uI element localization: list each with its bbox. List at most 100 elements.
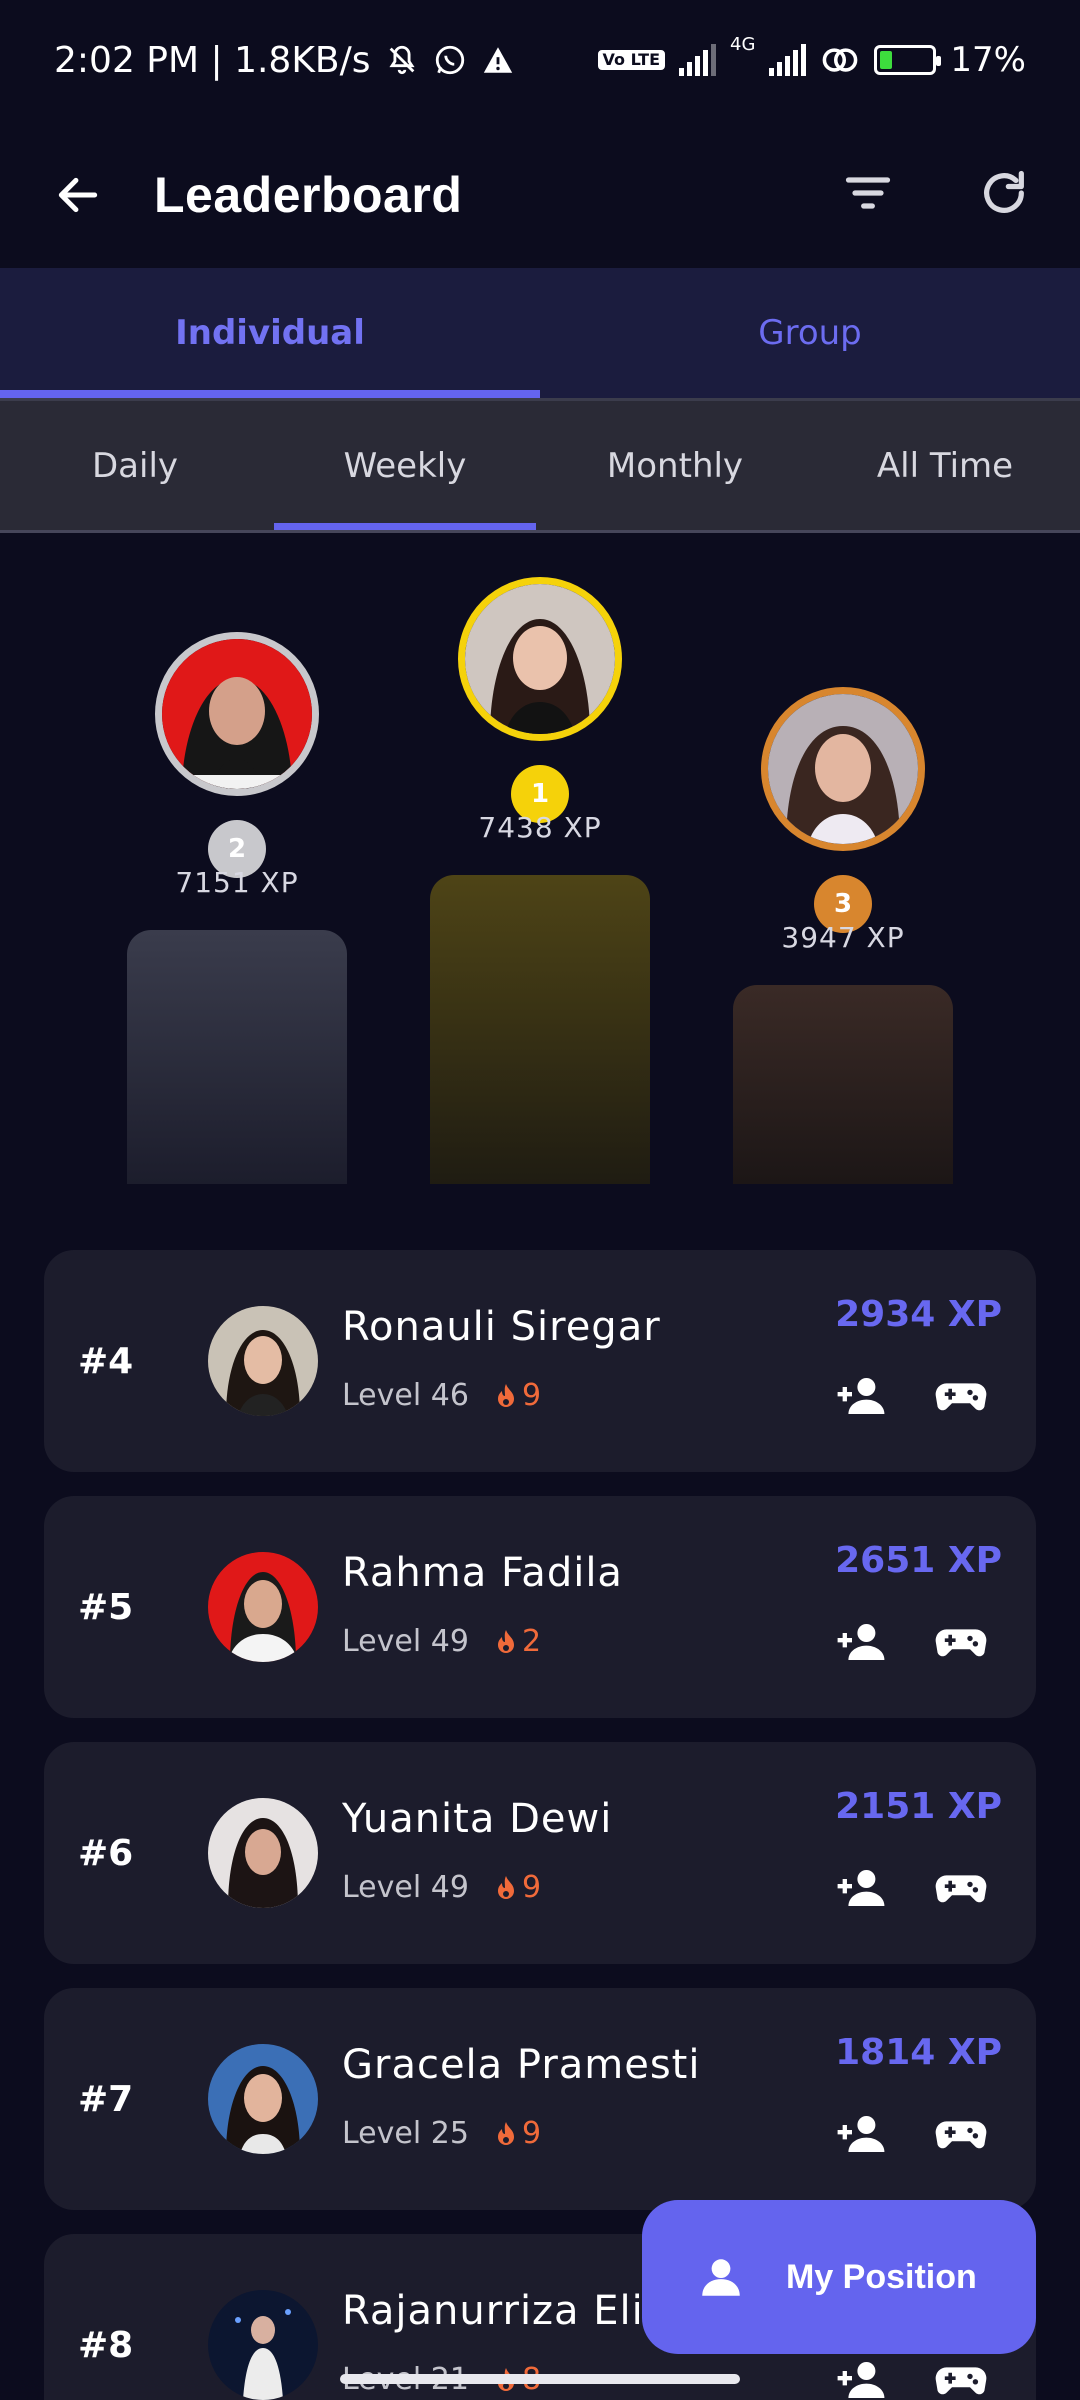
tab-individual[interactable]: Individual [0,268,540,398]
network-type: 4G [730,34,756,55]
challenge-button[interactable] [934,1620,988,1664]
flame-icon [498,1383,514,1407]
leaderboard-row[interactable]: #4 Ronauli Siregar Level 46 9 2934 XP [44,1250,1036,1472]
podium-xp-second: 7151 XP [175,866,299,899]
tab-group[interactable]: Group [540,268,1080,398]
hotspot-icon [820,43,860,77]
add-friend-button[interactable] [834,1374,888,1418]
row-xp: 2151 XP [835,1786,1002,1827]
avatar[interactable] [208,1306,318,1416]
challenge-button[interactable] [934,2112,988,2156]
person-add-icon [837,2116,885,2152]
tab-daily[interactable]: Daily [0,401,270,531]
avatar[interactable] [208,1552,318,1662]
flame-icon [498,1875,514,1899]
row-xp: 2934 XP [835,1294,1002,1335]
add-friend-button[interactable] [834,2112,888,2156]
filter-icon [845,177,891,209]
challenge-button[interactable] [934,2358,988,2400]
refresh-icon [984,170,1024,213]
app-bar: Leaderboard [0,120,1080,270]
podium-pillar-second [127,930,347,1184]
row-streak-count: 9 [522,1870,542,1905]
gamepad-icon [935,1629,987,1657]
row-name: Rajanurriza Elia [342,2288,670,2334]
leaderboard-row[interactable]: #7 Gracela Pramesti Level 25 9 1814 XP [44,1988,1036,2210]
podium-avatar-second[interactable] [155,632,319,796]
podium-xp-first: 7438 XP [478,811,602,844]
signal-icon [679,44,717,76]
row-streak: 2 [494,1624,541,1659]
filter-button[interactable] [842,167,894,223]
podium-pillar-first [430,875,650,1184]
avatar[interactable] [208,2044,318,2154]
row-name: Yuanita Dewi [342,1796,613,1842]
avatar-photo [208,1798,318,1908]
gamepad-icon [935,1875,987,1903]
add-friend-button[interactable] [834,1620,888,1664]
challenge-button[interactable] [934,1374,988,1418]
tab-all-time[interactable]: All Time [810,401,1080,531]
row-streak: 9 [494,2116,541,2151]
gamepad-icon [935,2121,987,2149]
person-add-icon [837,1624,885,1660]
row-level: Level 46 [342,1378,469,1413]
divider [0,530,1080,533]
scope-tabs: Individual Group [0,268,1080,398]
avatar[interactable] [208,2290,318,2400]
row-streak: 9 [494,1870,541,1905]
row-xp: 2651 XP [835,1540,1002,1581]
status-right: Vo LTE 4G 17% [597,34,1026,80]
person-add-icon [837,1870,885,1906]
back-button[interactable] [50,167,106,223]
row-rank: #7 [78,2078,134,2120]
tab-monthly[interactable]: Monthly [540,401,810,531]
appbar-actions [842,167,1030,223]
challenge-button[interactable] [934,1866,988,1910]
status-time-speed: 2:02 PM | 1.8KB/s [54,39,371,81]
arrow-left-icon [58,177,98,213]
row-level: Level 25 [342,2116,469,2151]
refresh-button[interactable] [978,167,1030,223]
row-level: Level 49 [342,1624,469,1659]
row-xp: 1814 XP [835,2032,1002,2073]
row-rank: #6 [78,1832,134,1874]
leaderboard-row[interactable]: #5 Rahma Fadila Level 49 2 2651 XP [44,1496,1036,1718]
avatar-photo [208,1552,318,1662]
status-bar: 2:02 PM | 1.8KB/s Vo LTE 4G 17% [0,0,1080,120]
avatar-photo [208,2290,318,2400]
my-position-button[interactable]: My Position [642,2200,1036,2354]
row-streak-count: 9 [522,2116,542,2151]
volte-icon: Vo LTE [597,50,666,70]
add-friend-button[interactable] [834,1866,888,1910]
battery-icon [874,45,942,75]
battery-percent: 17% [950,40,1026,80]
row-name: Rahma Fadila [342,1550,623,1596]
home-indicator[interactable] [340,2374,740,2384]
my-position-label: My Position [786,2257,977,2296]
avatar-photo [465,584,615,734]
signal-icon-2 [769,44,807,76]
page-title: Leaderboard [154,167,463,223]
flame-icon [498,2121,514,2145]
gamepad-icon [935,1383,987,1411]
podium-pillar-third [733,985,953,1184]
person-add-icon [837,1378,885,1414]
person-add-icon [837,2362,885,2398]
status-left: 2:02 PM | 1.8KB/s [54,40,515,81]
row-streak-count: 9 [522,1378,542,1413]
avatar-photo [208,1306,318,1416]
podium-xp-third: 3947 XP [781,921,905,954]
row-streak-count: 2 [522,1624,542,1659]
avatar-photo [208,2044,318,2154]
tab-weekly[interactable]: Weekly [270,401,540,531]
person-icon [702,2259,740,2296]
podium-avatar-third[interactable] [761,687,925,851]
leaderboard-row[interactable]: #6 Yuanita Dewi Level 49 9 2151 XP [44,1742,1036,1964]
row-level: Level 49 [342,1870,469,1905]
gamepad-icon [935,2367,987,2395]
podium-avatar-first[interactable] [458,577,622,741]
avatar[interactable] [208,1798,318,1908]
avatar-photo [162,639,312,789]
add-friend-button[interactable] [834,2358,888,2400]
